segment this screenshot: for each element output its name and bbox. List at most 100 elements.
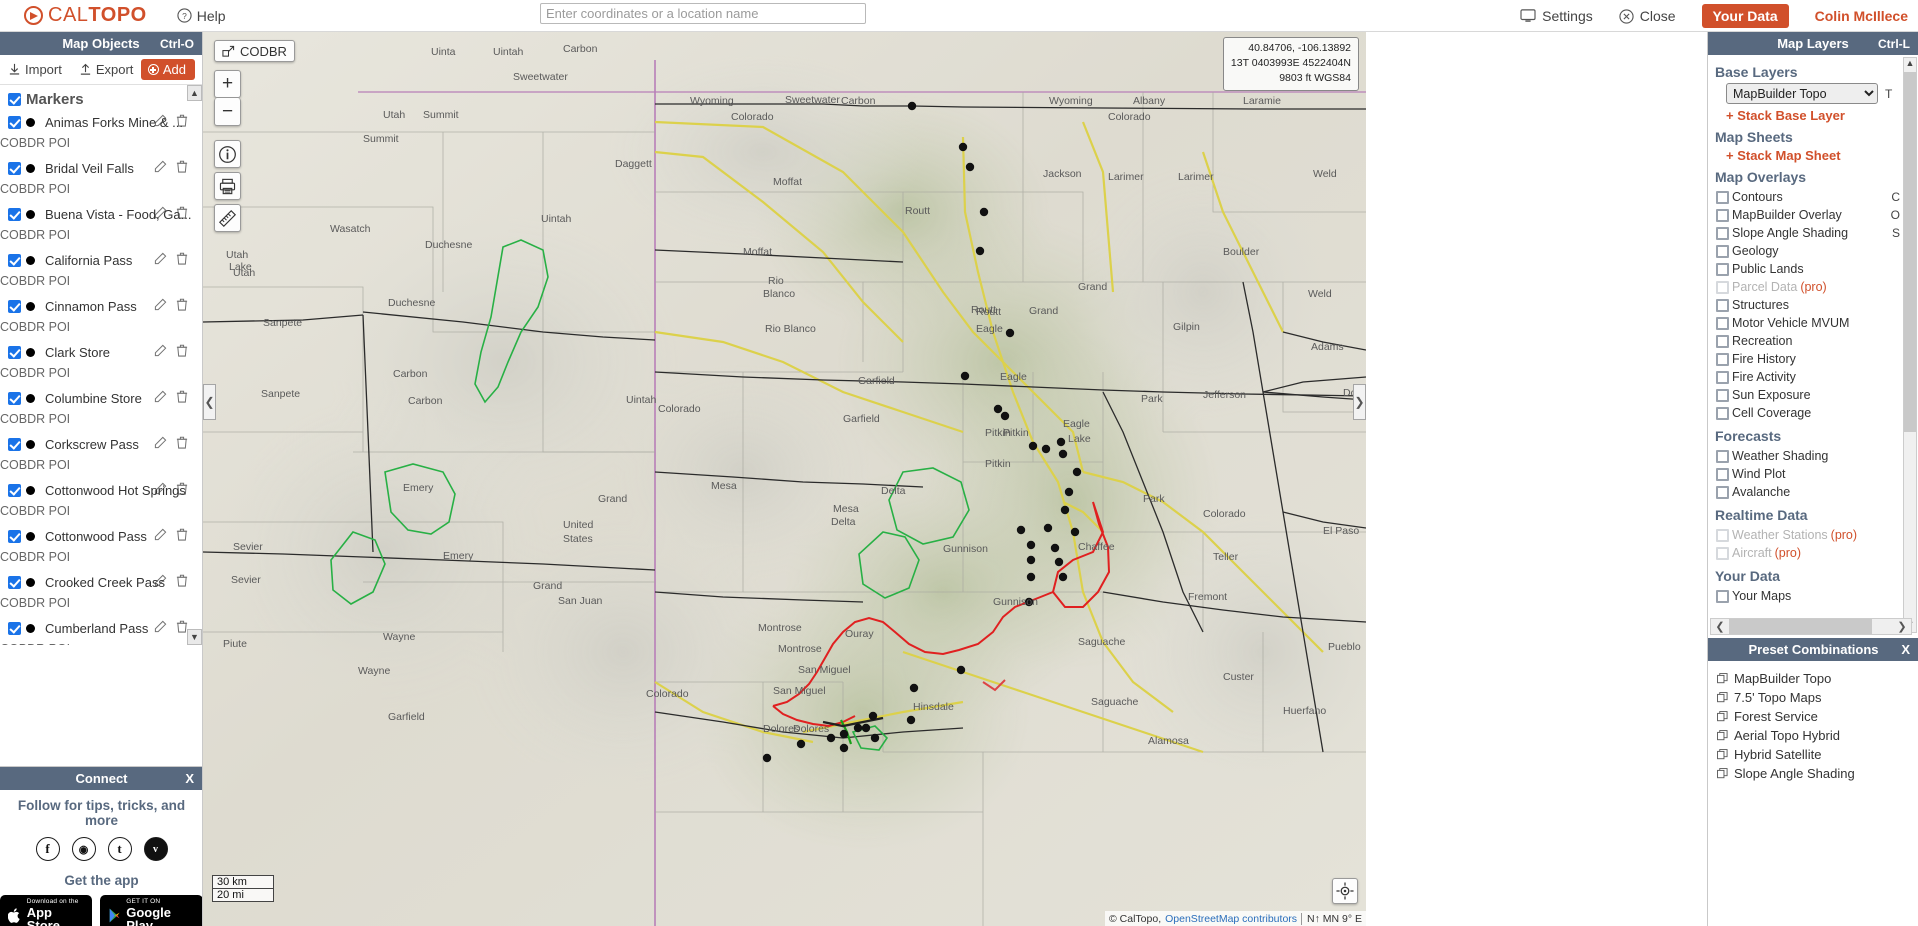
delete-marker-button[interactable] xyxy=(176,436,188,449)
overlay-row[interactable]: Slope Angle Shading S xyxy=(1715,224,1918,242)
forecast-checkbox[interactable] xyxy=(1716,449,1729,463)
facebook-icon[interactable]: f xyxy=(35,837,60,861)
hscroll-thumb[interactable] xyxy=(1729,619,1872,634)
settings-button[interactable]: Settings xyxy=(1520,8,1593,24)
preset-item[interactable]: Slope Angle Shading xyxy=(1708,764,1918,783)
forecast-checkbox[interactable] xyxy=(1716,485,1729,499)
overlay-row[interactable]: Cell Coverage xyxy=(1715,404,1918,422)
map-layers-body[interactable]: Base Layers MapBuilder Topo T + Stack Ba… xyxy=(1708,55,1918,635)
collapse-right-panel-tab[interactable]: ❯ xyxy=(1353,384,1366,420)
measure-button[interactable] xyxy=(214,204,241,232)
edit-marker-button[interactable] xyxy=(154,574,167,587)
preset-close-button[interactable]: X xyxy=(1901,642,1910,657)
base-layer-select[interactable]: MapBuilder Topo xyxy=(1726,83,1878,104)
import-button[interactable]: Import xyxy=(8,62,62,77)
your-data-button[interactable]: Your Data xyxy=(1701,4,1789,28)
overlay-row[interactable]: Sun Exposure xyxy=(1715,386,1918,404)
marker-row[interactable]: Cumberland Pass xyxy=(0,616,202,638)
codbr-chip-button[interactable]: CODBR xyxy=(214,40,295,62)
overlay-checkbox[interactable] xyxy=(1716,226,1729,240)
overlay-checkbox[interactable] xyxy=(1716,352,1729,366)
export-button[interactable]: Export xyxy=(79,62,133,77)
preset-item[interactable]: Aerial Topo Hybrid xyxy=(1708,726,1918,745)
instagram-icon[interactable]: ◉ xyxy=(71,837,96,861)
map-objects-list[interactable]: Markers Animas Forks Mine & ... COBDR POI… xyxy=(0,85,202,645)
layers-vertical-scrollbar[interactable]: ▲ ▼ xyxy=(1903,57,1917,633)
marker-row[interactable]: Animas Forks Mine & ... xyxy=(0,110,202,132)
forecast-row[interactable]: Weather Shading xyxy=(1715,447,1918,465)
edit-marker-button[interactable] xyxy=(154,436,167,449)
layers-scroll-up-arrow[interactable]: ▲ xyxy=(1904,58,1916,71)
stack-map-sheet-link[interactable]: + Stack Map Sheet xyxy=(1726,148,1918,163)
edit-marker-button[interactable] xyxy=(154,390,167,403)
delete-marker-button[interactable] xyxy=(176,390,188,403)
connect-close-button[interactable]: X xyxy=(185,771,194,786)
info-button[interactable] xyxy=(214,140,241,168)
overlay-row[interactable]: Contours C xyxy=(1715,188,1918,206)
forecast-row[interactable]: Avalanche xyxy=(1715,483,1918,501)
markers-group-row[interactable]: Markers xyxy=(0,89,202,110)
marker-row[interactable]: Corkscrew Pass xyxy=(0,432,202,454)
delete-marker-button[interactable] xyxy=(176,528,188,541)
marker-row[interactable]: Columbine Store xyxy=(0,386,202,408)
overlay-checkbox[interactable] xyxy=(1716,406,1729,420)
preset-item[interactable]: 7.5' Topo Maps xyxy=(1708,688,1918,707)
forecast-row[interactable]: Wind Plot xyxy=(1715,465,1918,483)
edit-marker-button[interactable] xyxy=(154,114,167,127)
edit-marker-button[interactable] xyxy=(154,528,167,541)
delete-marker-button[interactable] xyxy=(176,252,188,265)
delete-marker-button[interactable] xyxy=(176,298,188,311)
collapse-left-panel-tab[interactable]: ❮ xyxy=(203,384,216,420)
overlay-row[interactable]: Structures xyxy=(1715,296,1918,314)
preset-item[interactable]: MapBuilder Topo xyxy=(1708,669,1918,688)
overlay-checkbox[interactable] xyxy=(1716,190,1729,204)
marker-visibility-checkbox[interactable] xyxy=(8,530,21,543)
marker-row[interactable]: Cinnamon Pass xyxy=(0,294,202,316)
overlay-row[interactable]: Fire History xyxy=(1715,350,1918,368)
marker-visibility-checkbox[interactable] xyxy=(8,208,21,221)
hscroll-left-arrow[interactable]: ❮ xyxy=(1711,620,1729,633)
stack-base-layer-link[interactable]: + Stack Base Layer xyxy=(1726,108,1918,123)
marker-visibility-checkbox[interactable] xyxy=(8,622,21,635)
marker-visibility-checkbox[interactable] xyxy=(8,116,21,129)
marker-row[interactable]: Buena Vista - Food, Ga... xyxy=(0,202,202,224)
openstreetmap-link[interactable]: OpenStreetMap contributors xyxy=(1165,913,1297,925)
marker-row[interactable]: Clark Store xyxy=(0,340,202,362)
overlay-checkbox[interactable] xyxy=(1716,298,1729,312)
overlay-row[interactable]: Public Lands xyxy=(1715,260,1918,278)
app-store-button[interactable]: Download on the App Store xyxy=(0,895,92,926)
preset-item[interactable]: Hybrid Satellite xyxy=(1708,745,1918,764)
caltopo-logo[interactable]: CALTOPO xyxy=(24,4,147,27)
locate-me-button[interactable] xyxy=(1332,878,1358,904)
marker-visibility-checkbox[interactable] xyxy=(8,300,21,313)
marker-row[interactable]: Cottonwood Pass xyxy=(0,524,202,546)
marker-row[interactable]: Cottonwood Hot Springs xyxy=(0,478,202,500)
your-data-checkbox[interactable] xyxy=(1716,589,1729,603)
print-button[interactable] xyxy=(214,172,241,200)
preset-item[interactable]: Forest Service xyxy=(1708,707,1918,726)
edit-marker-button[interactable] xyxy=(154,206,167,219)
delete-marker-button[interactable] xyxy=(176,574,188,587)
your-data-row[interactable]: Your Maps xyxy=(1715,587,1918,605)
zoom-out-button[interactable]: − xyxy=(214,98,241,126)
map-canvas[interactable]: Uinta UintahSweetwaterCarbonWyoming Sweetw… xyxy=(203,32,1366,926)
layers-horizontal-scrollbar[interactable]: ❮ ❯ xyxy=(1710,618,1912,635)
google-play-button[interactable]: GET IT ON Google Play xyxy=(99,895,202,926)
list-scroll-down-button[interactable]: ▼ xyxy=(187,629,202,645)
overlay-row[interactable]: Geology xyxy=(1715,242,1918,260)
marker-row[interactable]: California Pass xyxy=(0,248,202,270)
marker-visibility-checkbox[interactable] xyxy=(8,162,21,175)
layers-scroll-thumb[interactable] xyxy=(1904,72,1916,432)
overlay-checkbox[interactable] xyxy=(1716,334,1729,348)
edit-marker-button[interactable] xyxy=(154,620,167,633)
overlay-checkbox[interactable] xyxy=(1716,244,1729,258)
delete-marker-button[interactable] xyxy=(176,344,188,357)
overlay-checkbox[interactable] xyxy=(1716,316,1729,330)
marker-visibility-checkbox[interactable] xyxy=(8,576,21,589)
overlay-checkbox[interactable] xyxy=(1716,208,1729,222)
map-viewport[interactable]: Uinta Uintah Sweetwater Carbon Wyoming Sweetw… xyxy=(203,32,1366,926)
vimeo-icon[interactable]: v xyxy=(143,837,168,861)
add-button[interactable]: Add xyxy=(140,59,195,80)
edit-marker-button[interactable] xyxy=(154,252,167,265)
marker-visibility-checkbox[interactable] xyxy=(8,254,21,267)
